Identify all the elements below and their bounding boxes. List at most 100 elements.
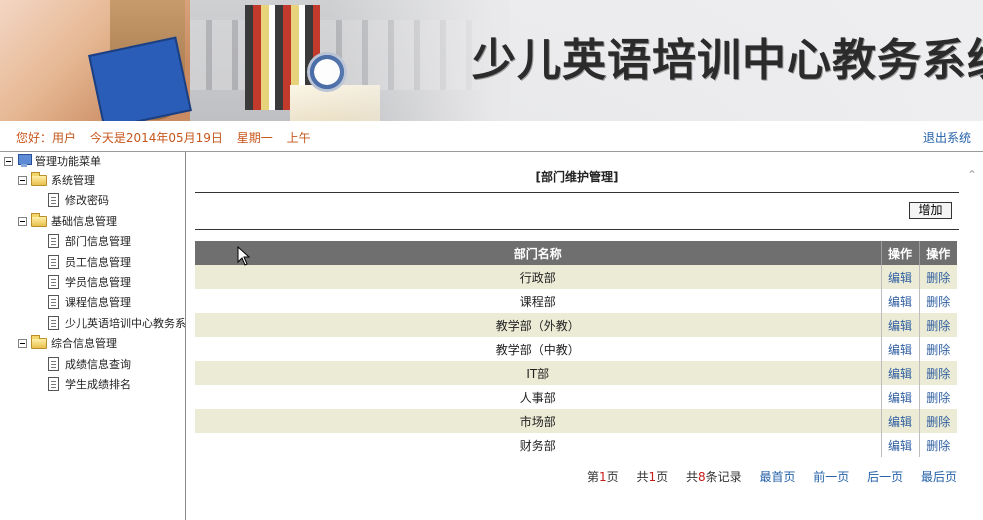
info-bar: 您好：用户 今天是2014年05月19日 星期一 上午 退出系统: [0, 121, 983, 152]
tree-root[interactable]: 管理功能菜单: [4, 153, 101, 169]
department-name-cell: 人事部: [195, 385, 881, 409]
delete-link[interactable]: 删除: [926, 439, 950, 453]
department-name-cell: 教学部（外教）: [195, 313, 881, 337]
delete-link[interactable]: 删除: [926, 367, 950, 381]
table-row: 市场部 编辑 删除: [195, 409, 957, 433]
current-page-info: 第1页: [586, 470, 619, 484]
first-page-link[interactable]: 最首页: [759, 470, 795, 484]
total-records-info: 共8条记录: [685, 470, 742, 484]
edit-link[interactable]: 编辑: [888, 415, 912, 429]
department-name-cell: 课程部: [195, 289, 881, 313]
page-icon: [48, 255, 59, 269]
edit-link[interactable]: 编辑: [888, 367, 912, 381]
folder-icon: [31, 334, 47, 349]
edit-link[interactable]: 编辑: [888, 319, 912, 333]
logout-link[interactable]: 退出系统: [923, 129, 971, 146]
delete-link[interactable]: 删除: [926, 295, 950, 309]
tree-group-label: 系统管理: [51, 174, 95, 187]
tree-item-department[interactable]: 部门信息管理: [48, 233, 131, 249]
tree-item-score-ranking[interactable]: 学生成绩排名: [48, 376, 131, 392]
tree-item-change-password[interactable]: 修改密码: [48, 192, 109, 208]
column-header-name: 部门名称: [195, 241, 881, 265]
table-row: 人事部 编辑 删除: [195, 385, 957, 409]
main-panel: ⌃ [部门维护管理] 增加 部门名称 操作 操作 行政部 编辑 删除 课程部 编…: [187, 152, 983, 520]
delete-link[interactable]: 删除: [926, 343, 950, 357]
tree-group-basic-info[interactable]: 基础信息管理: [18, 212, 117, 229]
collapse-toggle-icon[interactable]: [4, 156, 13, 166]
header-banner: 少儿英语培训中心教务系统: [0, 0, 983, 121]
date-text: 今天是2014年05月19日: [89, 131, 223, 145]
tree-item-label: 少儿英语培训中心教务系: [65, 317, 186, 330]
scroll-up-icon[interactable]: ⌃: [967, 168, 977, 182]
department-name-cell: 财务部: [195, 433, 881, 457]
page-icon: [48, 357, 59, 371]
table-row: 行政部 编辑 删除: [195, 265, 957, 289]
page-icon: [48, 295, 59, 309]
tree-item-label: 修改密码: [65, 194, 109, 207]
tree-item-course[interactable]: 课程信息管理: [48, 294, 131, 310]
page-icon: [48, 275, 59, 289]
sidebar-menu-tree: 管理功能菜单 系统管理 修改密码 基础信息管理 部门信息管理 员工信息管理 学员…: [0, 152, 186, 520]
prev-page-link[interactable]: 前一页: [813, 470, 849, 484]
divider: [195, 229, 959, 230]
table-row: 财务部 编辑 删除: [195, 433, 957, 457]
tree-item-label: 课程信息管理: [65, 296, 131, 309]
department-name-cell: 行政部: [195, 265, 881, 289]
edit-link[interactable]: 编辑: [888, 391, 912, 405]
page-icon: [48, 193, 59, 207]
section-title: [部门维护管理]: [535, 170, 619, 184]
delete-link[interactable]: 删除: [926, 415, 950, 429]
department-name-cell: IT部: [195, 361, 881, 385]
collapse-toggle-icon[interactable]: [18, 175, 27, 185]
computer-icon: [17, 154, 32, 168]
divider: [195, 192, 959, 193]
tree-item-student[interactable]: 学员信息管理: [48, 274, 131, 290]
tree-group-comprehensive[interactable]: 综合信息管理: [18, 334, 117, 351]
collapse-toggle-icon[interactable]: [18, 216, 27, 226]
last-page-link[interactable]: 最后页: [921, 470, 957, 484]
edit-link[interactable]: 编辑: [888, 295, 912, 309]
table-row: IT部 编辑 删除: [195, 361, 957, 385]
total-pages-info: 共1页: [636, 470, 669, 484]
weekday-text: 星期一: [236, 131, 273, 145]
table-row: 教学部（中教） 编辑 删除: [195, 337, 957, 361]
department-table: 部门名称 操作 操作 行政部 编辑 删除 课程部 编辑 删除 教学部（外教） 编…: [195, 241, 957, 457]
department-name-cell: 市场部: [195, 409, 881, 433]
delete-link[interactable]: 删除: [926, 391, 950, 405]
tree-group-system[interactable]: 系统管理: [18, 171, 95, 188]
table-row: 教学部（外教） 编辑 删除: [195, 313, 957, 337]
pagination: 第1页 共1页 共8条记录 最首页 前一页 后一页 最后页: [587, 468, 957, 485]
add-button[interactable]: 增加: [909, 202, 952, 219]
page-icon: [48, 377, 59, 391]
greeting-line: 您好：用户 今天是2014年05月19日 星期一 上午: [16, 129, 321, 146]
table-header-row: 部门名称 操作 操作: [195, 241, 957, 265]
delete-link[interactable]: 删除: [926, 319, 950, 333]
edit-link[interactable]: 编辑: [888, 271, 912, 285]
tree-item-score-query[interactable]: 成绩信息查询: [48, 356, 131, 372]
department-name-cell: 教学部（中教）: [195, 337, 881, 361]
folder-icon: [31, 212, 47, 227]
page-icon: [48, 316, 59, 330]
tree-item-label: 员工信息管理: [65, 256, 131, 269]
collapse-toggle-icon[interactable]: [18, 338, 27, 348]
site-title: 少儿英语培训中心教务系统: [472, 35, 983, 86]
tree-item-system-home[interactable]: 少儿英语培训中心教务系: [48, 315, 186, 331]
tree-group-label: 综合信息管理: [51, 337, 117, 350]
column-header-edit: 操作: [880, 241, 919, 265]
delete-link[interactable]: 删除: [926, 271, 950, 285]
edit-link[interactable]: 编辑: [888, 439, 912, 453]
table-row: 课程部 编辑 删除: [195, 289, 957, 313]
mouse-cursor-icon: [237, 246, 251, 266]
page-icon: [48, 234, 59, 248]
tree-item-label: 部门信息管理: [65, 235, 131, 248]
edit-link[interactable]: 编辑: [888, 343, 912, 357]
tree-root-label: 管理功能菜单: [35, 155, 101, 168]
folder-icon: [31, 171, 47, 186]
next-page-link[interactable]: 后一页: [867, 470, 903, 484]
column-header-delete: 操作: [918, 241, 957, 265]
tree-item-label: 学员信息管理: [65, 276, 131, 289]
period-text: 上午: [286, 131, 311, 145]
tree-item-employee[interactable]: 员工信息管理: [48, 254, 131, 270]
tree-item-label: 成绩信息查询: [65, 358, 131, 371]
greeting-text: 您好：用户: [16, 131, 77, 145]
